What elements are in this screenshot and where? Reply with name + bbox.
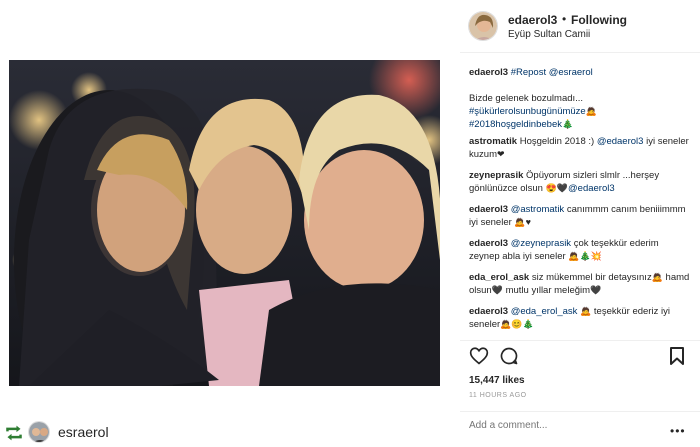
- comment-username[interactable]: edaerol3: [469, 67, 508, 78]
- emoji: 🖤: [590, 285, 602, 295]
- emoji: 🙇: [500, 319, 512, 329]
- repost-icon: [4, 424, 24, 447]
- emoji: 😊: [511, 319, 523, 329]
- comment: zeyneprasik Öpüyorum sizleri slmlr ...he…: [469, 169, 691, 195]
- comment-username[interactable]: edaerol3: [469, 204, 508, 215]
- emoji: 😍: [545, 183, 557, 193]
- action-bar: [469, 346, 689, 368]
- comments-list: edaerol3 #Repost @esraerol Bizde gelenek …: [469, 66, 691, 339]
- emoji: 🙇: [651, 272, 663, 282]
- emoji: 💥: [590, 251, 602, 261]
- comment: edaerol3 @eda_erol_ask 🙇 teşekkür ederiz…: [469, 305, 691, 331]
- hashtag-link[interactable]: #şükürlerolsunbugünümüze: [469, 106, 586, 117]
- comment-divider: [460, 411, 700, 412]
- bookmark-icon[interactable]: [669, 346, 685, 371]
- emoji: 🎄: [561, 119, 574, 129]
- emoji: 🎄: [579, 251, 591, 261]
- author-username[interactable]: edaerol3: [508, 13, 557, 27]
- comment-text: siz mükemmel bir detaysınız: [529, 272, 652, 283]
- comment-username[interactable]: astromatik: [469, 136, 517, 147]
- comment-username[interactable]: edaerol3: [469, 306, 508, 317]
- comment-text: mutlu yıllar meleğim: [502, 285, 591, 296]
- following-button[interactable]: Following: [571, 13, 627, 27]
- mention-link[interactable]: @zeyneprasik: [511, 238, 571, 249]
- add-comment-input[interactable]: [469, 420, 669, 431]
- location-link[interactable]: Eyüp Sultan Camii: [508, 29, 590, 40]
- comment-icon[interactable]: [499, 346, 519, 371]
- comment-text: Bizde gelenek bozulmadı...: [469, 93, 584, 104]
- repost-username[interactable]: esraerol: [58, 424, 109, 440]
- header-divider: [460, 52, 700, 53]
- post-header: edaerol3 • Following Eyüp Sultan Camii: [468, 8, 694, 42]
- repost-bar: esraerol: [0, 419, 440, 447]
- emoji: 🖤: [491, 285, 503, 295]
- comment: eda_erol_ask siz mükemmel bir detaysınız…: [469, 271, 691, 297]
- mention-link[interactable]: @edaerol3: [597, 136, 644, 147]
- emoji: 🙇: [514, 217, 526, 227]
- comment: edaerol3 @zeyneprasik çok teşekkür ederi…: [469, 237, 691, 263]
- emoji: 🖤: [556, 183, 569, 193]
- hashtag-link[interactable]: #Repost: [511, 67, 546, 78]
- comment-username[interactable]: edaerol3: [469, 238, 508, 249]
- mention-link[interactable]: @esraerol: [546, 67, 593, 78]
- author-avatar[interactable]: [468, 11, 498, 41]
- comment: astromatik Hoşgeldin 2018 :) @edaerol3 i…: [469, 135, 691, 161]
- emoji: ❤: [496, 149, 505, 159]
- heart-icon[interactable]: [469, 346, 489, 370]
- hashtag-link[interactable]: #2018hoşgeldinbebek: [469, 119, 562, 130]
- repost-avatar[interactable]: [28, 421, 50, 443]
- mention-link[interactable]: @edaerol3: [568, 183, 615, 194]
- emoji: 🎄: [522, 319, 534, 329]
- emoji: ♥: [525, 217, 531, 227]
- post-timestamp: 11 HOURS AGO: [469, 392, 527, 399]
- emoji: 🙇: [585, 106, 597, 116]
- actions-divider: [460, 340, 700, 341]
- post-photo[interactable]: [9, 60, 440, 386]
- emoji: 🙇: [580, 306, 592, 316]
- comment-username[interactable]: zeyneprasik: [469, 170, 523, 181]
- separator-dot: •: [562, 12, 567, 26]
- comment: edaerol3 #Repost @esraerol Bizde gelenek …: [469, 66, 691, 131]
- comment-text: Hoşgeldin 2018 :): [517, 136, 597, 147]
- more-options-icon[interactable]: •••: [670, 424, 686, 438]
- comment: edaerol3 @astromatik canımmm canım benii…: [469, 203, 691, 229]
- mention-link[interactable]: @eda_erol_ask: [511, 306, 578, 317]
- comment-username[interactable]: eda_erol_ask: [469, 272, 529, 283]
- mention-link[interactable]: @astromatik: [511, 204, 564, 215]
- emoji: 🙇: [568, 251, 580, 261]
- likes-count[interactable]: 15,447 likes: [469, 375, 525, 386]
